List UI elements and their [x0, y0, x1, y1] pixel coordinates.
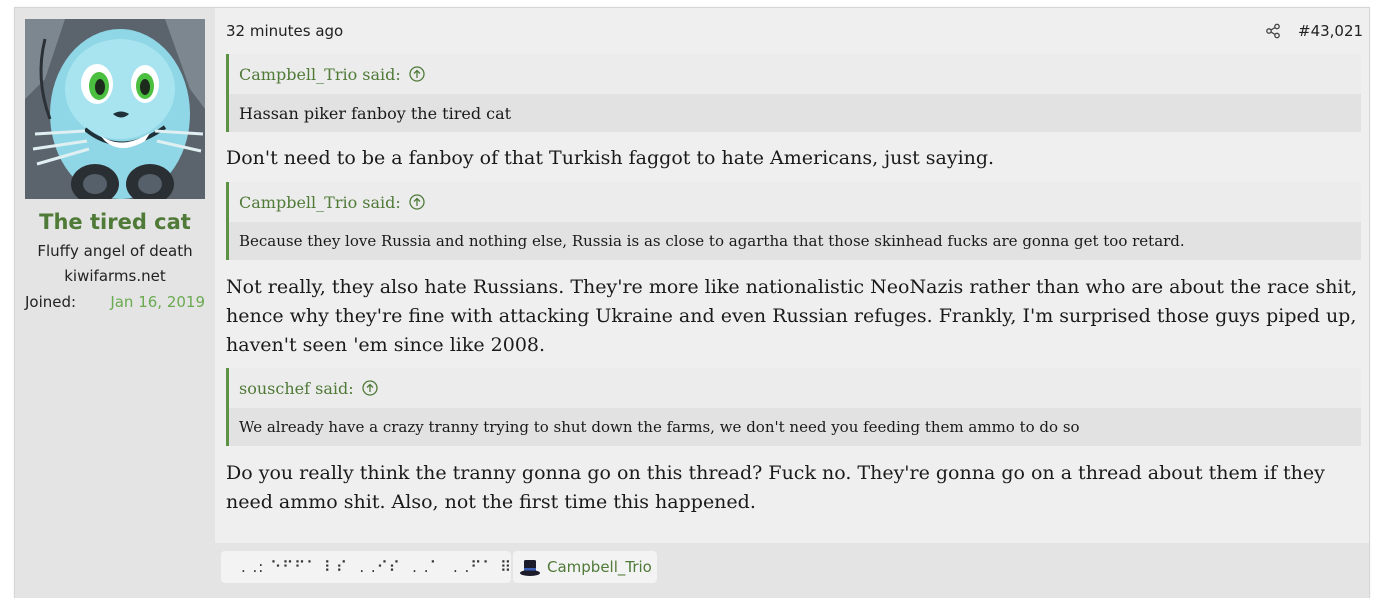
reactor-chip[interactable]: Campbell_Trio: [513, 551, 657, 583]
like-reaction-summary[interactable]: . .: ⠑⠋⠋⠁ ⠇⠎ . .⠊⠎ . .⠁ . .⠋⠁ ⠿: [221, 551, 511, 583]
avatar-image: [25, 19, 205, 199]
post-paragraph: Don't need to be a fanboy of that Turkis…: [226, 147, 995, 169]
quote-text: We already have a crazy tranny trying to…: [239, 418, 1080, 436]
post-timestamp[interactable]: 32 minutes ago: [226, 22, 343, 40]
user-website: kiwifarms.net: [64, 267, 166, 285]
quote-header[interactable]: souschef said:: [229, 368, 1361, 408]
quote-author[interactable]: Campbell_Trio said:: [239, 193, 401, 212]
quote-header[interactable]: Campbell_Trio said:: [229, 182, 1361, 222]
post-container: The tired cat Fluffy angel of death kiwi…: [14, 7, 1370, 598]
username[interactable]: The tired cat: [15, 210, 215, 234]
reactions-bar: . .: ⠑⠋⠋⠁ ⠇⠎ . .⠊⠎ . .⠁ . .⠋⠁ ⠿ Campbell…: [215, 543, 1369, 598]
quote-author[interactable]: Campbell_Trio said:: [239, 65, 401, 84]
quote-block: souschef said: We already have a crazy t…: [226, 368, 1361, 446]
arrow-up-circle-icon[interactable]: [361, 380, 378, 396]
joined-label: Joined:: [25, 293, 77, 311]
post-number-link[interactable]: #43,021: [1298, 22, 1363, 40]
reactor-username[interactable]: Campbell_Trio: [547, 558, 652, 576]
reaction-users[interactable]: . .: ⠑⠋⠋⠁ ⠇⠎ . .⠊⠎ . .⠁ . .⠋⠁ ⠿: [241, 558, 512, 576]
post-content: 32 minutes ago #43,021 Campbell_Trio sai…: [215, 8, 1369, 543]
share-icon[interactable]: [1265, 23, 1281, 39]
quote-text: Hassan piker fanboy the tired cat: [239, 103, 512, 123]
arrow-up-circle-icon[interactable]: [409, 66, 425, 82]
quote-block: Campbell_Trio said: Because they love Ru…: [226, 182, 1361, 260]
user-info-panel: The tired cat Fluffy angel of death kiwi…: [15, 8, 215, 598]
post-paragraph: Do you really think the tranny gonna go …: [226, 462, 1325, 513]
user-title: Fluffy angel of death: [37, 242, 193, 260]
joined-date: Jan 16, 2019: [110, 293, 205, 311]
quote-header[interactable]: Campbell_Trio said:: [229, 54, 1361, 94]
arrow-up-circle-icon[interactable]: [409, 194, 425, 210]
top-hat-icon: [520, 560, 540, 576]
quote-text: Because they love Russia and nothing els…: [239, 232, 1185, 250]
post-paragraph: Not really, they also hate Russians. The…: [226, 276, 1358, 356]
quote-block: Campbell_Trio said: Hassan piker fanboy …: [226, 54, 1361, 132]
avatar[interactable]: [25, 19, 205, 199]
quote-author[interactable]: souschef said:: [239, 379, 354, 398]
